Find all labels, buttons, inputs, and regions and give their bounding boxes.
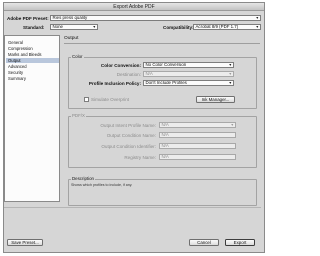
- compatibility-label: Compatibility:: [163, 25, 194, 30]
- destination-label: Destination:: [116, 72, 141, 77]
- output-condition-name-value: N/A: [161, 132, 169, 137]
- sidebar-item-compression[interactable]: Compression: [6, 46, 59, 51]
- color-conversion-select[interactable]: No Color Conversion ▼: [143, 62, 234, 68]
- color-conversion-value: No Color Conversion: [145, 62, 187, 67]
- dialog-title: Export Adobe PDF: [4, 3, 264, 11]
- output-condition-identifier-field[interactable]: N/A: [159, 143, 236, 149]
- sidebar-item-marks-and-bleeds[interactable]: Marks and Bleeds: [6, 52, 59, 57]
- standard-label: Standard:: [23, 25, 45, 30]
- compatibility-select[interactable]: Acrobat 8/9 (PDF 1.7) ▼: [193, 24, 261, 30]
- sidebar: General Compression Marks and Bleeds Out…: [4, 35, 60, 202]
- output-condition-identifier-value: N/A: [161, 143, 169, 148]
- registry-name-label: Registry Name:: [124, 155, 156, 160]
- sidebar-item-general[interactable]: General: [6, 40, 59, 45]
- chevron-down-icon: ▼: [228, 72, 232, 76]
- sidebar-item-advanced[interactable]: Advanced: [6, 64, 59, 69]
- preset-value: Ries press quality: [52, 15, 88, 20]
- sidebar-item-output[interactable]: Output: [6, 58, 59, 63]
- output-condition-identifier-label: Output Condition Identifier:: [101, 144, 156, 149]
- panel-title: Output: [64, 36, 79, 41]
- export-button[interactable]: Export: [225, 239, 255, 246]
- output-intent-profile-value: N/A: [161, 122, 169, 127]
- color-group-title: Color: [71, 54, 84, 59]
- sidebar-item-summary[interactable]: Summary: [6, 76, 59, 81]
- simulate-overprint-label: Simulate Overprint: [91, 97, 130, 102]
- sidebar-item-security[interactable]: Security: [6, 70, 59, 75]
- output-condition-name-field[interactable]: N/A: [159, 132, 236, 138]
- standard-select[interactable]: None ▼: [50, 24, 98, 30]
- footer-divider: [4, 207, 261, 208]
- compatibility-value: Acrobat 8/9 (PDF 1.7): [195, 24, 239, 29]
- profile-inclusion-label: Profile Inclusion Policy:: [88, 81, 141, 86]
- destination-value: N/A: [145, 71, 153, 76]
- registry-name-field[interactable]: N/A: [159, 154, 236, 160]
- destination-select[interactable]: N/A ▼: [143, 71, 234, 77]
- pdfx-group-title: PDF/X: [71, 113, 86, 118]
- chevron-down-icon: ▼: [228, 63, 232, 67]
- color-conversion-label: Color Conversion:: [100, 63, 141, 68]
- chevron-down-icon: ▼: [255, 25, 259, 29]
- chevron-down-icon: ▼: [230, 123, 234, 127]
- description-group-title: Description: [71, 176, 95, 181]
- preset-select[interactable]: Ries press quality ▼: [50, 15, 261, 21]
- profile-inclusion-value: Don't Include Profiles: [145, 80, 187, 85]
- output-intent-profile-label: Output Intent Profile Name:: [100, 123, 156, 128]
- simulate-overprint-checkbox[interactable]: [84, 97, 89, 102]
- ink-manager-button[interactable]: Ink Manager...: [196, 96, 235, 103]
- profile-inclusion-select[interactable]: Don't Include Profiles ▼: [143, 80, 234, 86]
- chevron-down-icon: ▼: [228, 81, 232, 85]
- output-intent-profile-select[interactable]: N/A ▼: [159, 122, 236, 128]
- cancel-button[interactable]: Cancel: [189, 239, 219, 246]
- save-preset-button[interactable]: Save Preset...: [7, 239, 43, 246]
- preset-label: Adobe PDF Preset:: [7, 16, 49, 21]
- standard-value: None: [52, 24, 64, 29]
- panel-divider: [64, 43, 260, 44]
- description-text: Shows which profiles to include, if any.: [71, 183, 133, 187]
- chevron-down-icon: ▼: [92, 25, 96, 29]
- chevron-down-icon: ▼: [255, 16, 259, 20]
- output-condition-name-label: Output Condition Name:: [106, 133, 156, 138]
- registry-name-value: N/A: [161, 154, 169, 159]
